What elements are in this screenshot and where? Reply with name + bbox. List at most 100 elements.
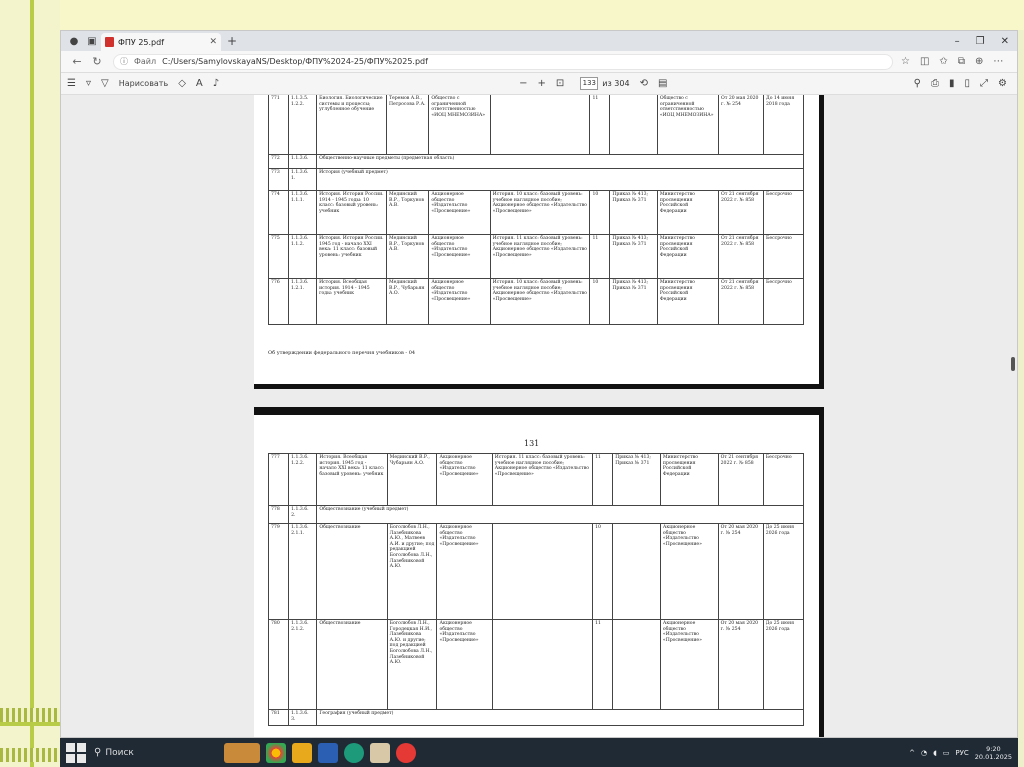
- save-icon[interactable]: ▮: [949, 78, 955, 89]
- table-cell: Акционерное общество «Издательство «Прос…: [428, 190, 491, 235]
- table-cell: От 20 мая 2020 г. № 254: [717, 619, 764, 710]
- start-button[interactable]: [66, 742, 86, 763]
- draw-button[interactable]: Нарисовать: [119, 79, 168, 88]
- tab-pdf[interactable]: ФПУ 25.pdf ✕: [101, 33, 221, 51]
- split-screen-icon[interactable]: ◫: [920, 56, 929, 67]
- table-cell: Акционерное общество «Издательство «Прос…: [436, 453, 493, 506]
- table-row: 776 1.1.3.6. 1.2.1. История. Всеобщая исто…: [268, 278, 805, 325]
- url-text: C:/Users/SamylovskayaNS/Desktop/ФПУ%2024…: [162, 57, 428, 66]
- edge-icon[interactable]: [344, 742, 364, 763]
- clock-date: 20.01.2025: [974, 752, 1012, 761]
- address-icons: ☆ ◫ ✩ ⧉ ⊕ ⋯: [901, 56, 1003, 67]
- highlight-icon[interactable]: ▿: [86, 78, 91, 89]
- slide-stripe: [30, 0, 34, 767]
- fit-page-icon[interactable]: ⊡: [556, 78, 564, 89]
- table-cell: Акционерное общество «Издательство «Прос…: [428, 234, 491, 279]
- table-cell: Общество с ограниченной ответственностью…: [656, 95, 720, 155]
- page-view-icon[interactable]: ▤: [658, 78, 667, 89]
- refresh-icon[interactable]: ↻: [87, 55, 107, 68]
- table-cell: 1.1.3.6. 2.1.1.: [288, 523, 318, 620]
- close-window-icon[interactable]: ✕: [1001, 36, 1009, 47]
- table-cell: 10: [589, 190, 611, 235]
- tab-title: ФПУ 25.pdf: [118, 37, 165, 47]
- window-controls: – ❐ ✕: [955, 36, 1017, 47]
- favorites-icon[interactable]: ✩: [939, 56, 947, 67]
- contents-icon[interactable]: ☰: [67, 78, 76, 89]
- info-icon: ⓘ: [120, 57, 128, 66]
- page-number-input[interactable]: 133: [580, 77, 599, 90]
- minimize-icon[interactable]: –: [955, 36, 960, 47]
- save-as-icon[interactable]: ▯: [965, 78, 971, 89]
- table-cell: Акционерное общество «Издательство «Прос…: [436, 523, 493, 620]
- page-footer-note: Об утверждении федерального перечня учеб…: [268, 350, 416, 356]
- table-cell: Боголюбов Л.Н., Лазебникова А.Ю., Матвее…: [386, 523, 438, 620]
- app-icon[interactable]: [318, 742, 338, 763]
- table-cell: От 21 сентября 2022 г. № 858: [718, 234, 764, 279]
- yandex-icon[interactable]: [396, 742, 416, 763]
- zoom-out-icon[interactable]: −: [519, 78, 527, 89]
- pdf-page: 771 1.1.3.5. 1.2.2. Биология. Биологически…: [254, 95, 824, 389]
- table-cell: Мединский В.Р., Чубарьян А.О.: [386, 453, 438, 506]
- taskbar-search-label: Поиск: [105, 747, 134, 758]
- extensions-icon[interactable]: ⊕: [975, 56, 983, 67]
- file-explorer-icon[interactable]: [292, 742, 312, 763]
- table-cell: История. Всеобщая история. 1945 год - на…: [316, 453, 388, 506]
- clock[interactable]: 9:20 20.01.2025: [975, 745, 1012, 761]
- taskbar: ⚲ Поиск ^ ◔ ◖ ▭ РУС 9:20 20.01.2025: [60, 738, 1018, 767]
- tray-chevron-icon[interactable]: ^: [909, 749, 915, 757]
- draw-icon[interactable]: ▽: [101, 78, 109, 89]
- page-number: 131: [524, 439, 540, 448]
- taskbar-search[interactable]: ⚲ Поиск: [94, 743, 204, 763]
- eraser-icon[interactable]: ◇: [178, 78, 186, 89]
- fullscreen-icon[interactable]: ⤢: [980, 78, 988, 89]
- chrome-icon[interactable]: [266, 742, 286, 763]
- table-cell: Министерство просвещения Российской Феде…: [656, 190, 720, 235]
- settings-icon[interactable]: ⚙: [998, 78, 1007, 89]
- restore-icon[interactable]: ❐: [976, 36, 985, 47]
- rotate-icon[interactable]: ⟲: [640, 78, 648, 89]
- table-cell: 780: [267, 619, 290, 710]
- table-cell: Акционерное общество «Издательство «Прос…: [436, 619, 493, 710]
- more-menu-icon[interactable]: ⋯: [993, 56, 1003, 67]
- scrollbar-thumb[interactable]: [1011, 357, 1015, 371]
- app-icon[interactable]: [370, 742, 390, 763]
- battery-icon[interactable]: ▭: [943, 749, 950, 757]
- table-cell: Теремов А.В., Петросова Р.А.: [385, 95, 430, 155]
- language-indicator[interactable]: РУС: [955, 749, 968, 757]
- table-cell: [609, 95, 658, 155]
- table-cell: 1.1.3.6. 2.: [288, 505, 318, 524]
- volume-icon[interactable]: ◖: [933, 749, 937, 757]
- scrollbar[interactable]: [1009, 95, 1017, 737]
- table-cell: До 25 июня 2026 года: [762, 523, 805, 620]
- text-icon[interactable]: A: [196, 78, 203, 89]
- table-cell: История. Всеобщая история. 1914 - 1945 г…: [316, 278, 387, 325]
- table-cell: 776: [268, 278, 289, 325]
- table-row: 781 1.1.3.6. 3. География (учебный предмет…: [267, 709, 804, 726]
- close-icon[interactable]: ✕: [209, 37, 217, 47]
- address-bar[interactable]: ⓘ Файл C:/Users/SamylovskayaNS/Desktop/Ф…: [113, 53, 893, 70]
- search-icon[interactable]: ⚲: [914, 78, 921, 89]
- back-arrow-icon[interactable]: ←: [67, 55, 87, 68]
- table-cell: От 20 мая 2020 г. № 254: [717, 523, 764, 620]
- zoom-in-icon[interactable]: +: [538, 78, 546, 89]
- clock-time: 9:20: [986, 744, 1001, 753]
- workspaces-icon[interactable]: ▣: [83, 33, 101, 49]
- print-icon[interactable]: ⎙: [931, 78, 939, 89]
- network-icon[interactable]: ◔: [921, 749, 927, 757]
- table-cell: Министерство просвещения Российской Феде…: [659, 453, 719, 506]
- table-cell: 1.1.3.6. 1.: [287, 168, 318, 191]
- slide-background-right: [1018, 30, 1024, 767]
- table-cell: [491, 619, 594, 710]
- table-cell: История. 11 класс: базовый уровень: учеб…: [491, 453, 594, 506]
- collections-icon[interactable]: ⧉: [958, 56, 965, 67]
- slide-checker-decoration: [0, 708, 60, 722]
- new-tab-button[interactable]: +: [227, 34, 237, 48]
- table-cell: Акционерное общество «Издательство «Прос…: [659, 523, 719, 620]
- widget-icon[interactable]: [224, 742, 260, 763]
- table-cell: До 14 июня 2018 года: [762, 95, 805, 155]
- favorite-star-icon[interactable]: ☆: [901, 56, 910, 67]
- pdf-viewer[interactable]: 771 1.1.3.5. 1.2.2. Биология. Биологически…: [61, 95, 1017, 737]
- read-aloud-icon[interactable]: ♪: [213, 78, 219, 89]
- table-row: 772 1.1.3.6. Общественно-научные предметы …: [268, 154, 804, 169]
- profile-icon[interactable]: ●: [65, 33, 83, 49]
